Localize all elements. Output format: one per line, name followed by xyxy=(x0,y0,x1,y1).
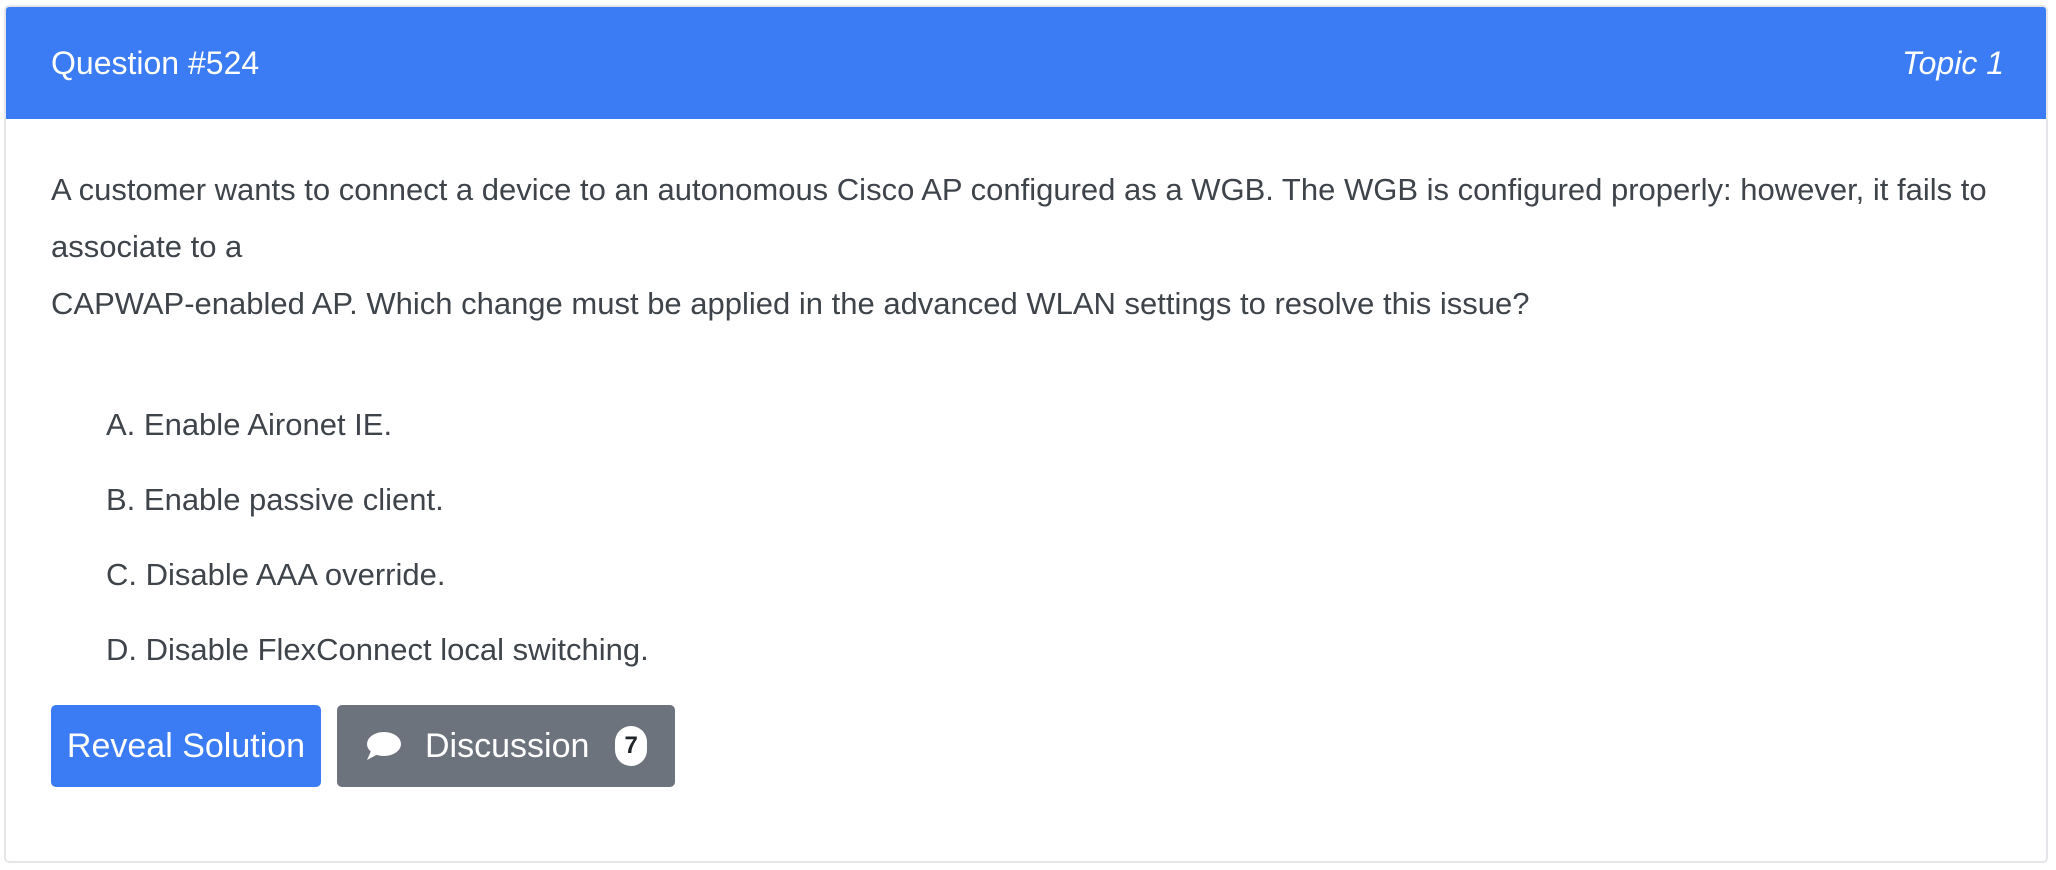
card-body: A customer wants to connect a device to … xyxy=(6,119,2046,787)
question-number: Question #524 xyxy=(51,44,260,81)
discussion-label: Discussion xyxy=(425,726,590,765)
discussion-count-badge: 7 xyxy=(615,726,647,766)
choice-d: D. Disable FlexConnect local switching. xyxy=(106,632,649,667)
choice-c: C. Disable AAA override. xyxy=(106,557,446,592)
question-card: Question #524 Topic 1 A customer wants t… xyxy=(4,5,2048,863)
choice-a: A. Enable Aironet IE. xyxy=(106,407,393,442)
choices-list: A. Enable Aironet IE. B. Enable passive … xyxy=(51,405,2001,670)
reveal-solution-button[interactable]: Reveal Solution xyxy=(51,705,321,787)
question-text-line-1: A customer wants to connect a device to … xyxy=(51,172,1987,264)
topic-label: Topic 1 xyxy=(1902,44,2004,81)
chat-bubble-icon xyxy=(365,730,403,762)
question-text: A customer wants to connect a device to … xyxy=(51,161,2001,332)
question-text-line-2: CAPWAP-enabled AP. Which change must be … xyxy=(51,286,1530,321)
card-header: Question #524 Topic 1 xyxy=(6,7,2046,119)
reveal-solution-label: Reveal Solution xyxy=(66,726,306,765)
discussion-button[interactable]: Discussion 7 xyxy=(337,705,675,787)
button-row: Reveal Solution Discussion 7 xyxy=(51,705,2001,787)
choice-b: B. Enable passive client. xyxy=(106,482,444,517)
